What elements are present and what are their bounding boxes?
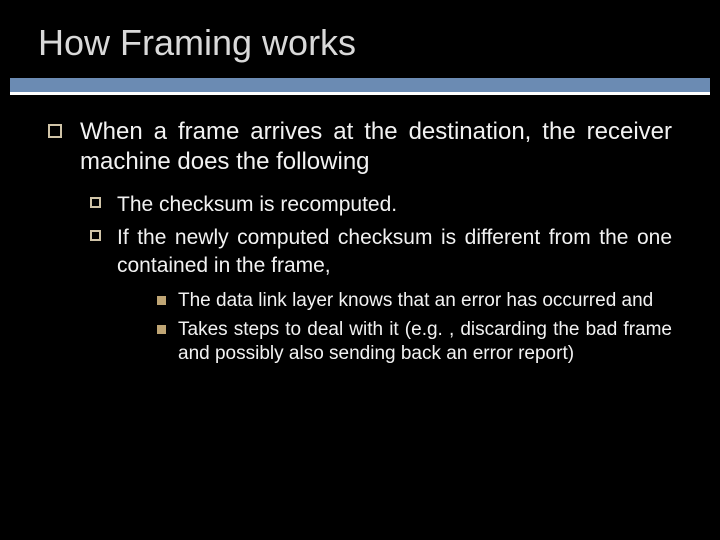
- bullet-text: The checksum is recomputed.: [117, 191, 397, 218]
- bullet-level2: The checksum is recomputed.: [90, 191, 672, 218]
- bullet-level2-group: The checksum is recomputed. If the newly…: [90, 191, 672, 367]
- bullet-level2: If the newly computed checksum is differ…: [90, 224, 672, 367]
- content-area: When a frame arrives at the destination,…: [0, 95, 720, 367]
- bullet-text: The data link layer knows that an error …: [178, 289, 653, 314]
- square-filled-icon: [157, 325, 166, 334]
- bullet-text: When a frame arrives at the destination,…: [80, 117, 672, 177]
- bullet-level3: Takes steps to deal with it (e.g. , disc…: [157, 318, 672, 367]
- bullet-level3-group: The data link layer knows that an error …: [157, 289, 672, 367]
- bullet-level3: The data link layer knows that an error …: [157, 289, 672, 314]
- bullet-level1: When a frame arrives at the destination,…: [48, 117, 672, 177]
- square-outline-icon: [90, 197, 101, 208]
- slide-title: How Framing works: [0, 0, 720, 78]
- divider-blue: [10, 78, 710, 92]
- slide: How Framing works When a frame arrives a…: [0, 0, 720, 540]
- bullet-text: Takes steps to deal with it (e.g. , disc…: [178, 318, 672, 367]
- square-filled-icon: [157, 296, 166, 305]
- square-outline-icon: [90, 230, 101, 241]
- square-outline-icon: [48, 124, 62, 138]
- bullet-text: If the newly computed checksum is differ…: [117, 224, 672, 279]
